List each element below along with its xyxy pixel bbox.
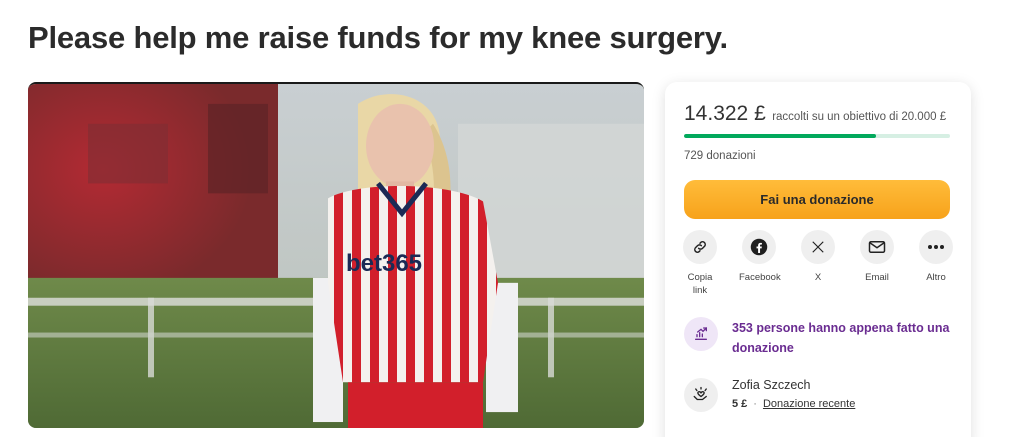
donor-meta: 5 £ · Donazione recente: [732, 398, 855, 410]
share-facebook-label: Facebook: [739, 272, 781, 283]
link-icon: [683, 230, 717, 264]
donation-count: 729 donazioni: [684, 150, 756, 162]
raised-amount: 14.322 £: [684, 102, 766, 125]
page-title: Please help me raise funds for my knee s…: [28, 20, 728, 55]
x-icon: [801, 230, 835, 264]
hands-heart-icon: [684, 378, 718, 412]
trending-icon: [684, 317, 718, 351]
player-photo: bet365: [28, 84, 644, 428]
more-icon: [919, 230, 953, 264]
recent-activity-text: 353 persone hanno appena fatto una donaz…: [732, 321, 950, 355]
campaign-hero-image: bet365: [28, 82, 644, 428]
share-email[interactable]: Email: [848, 230, 906, 297]
shirt-sponsor-text: bet365: [346, 250, 422, 277]
progress-bar: [684, 134, 950, 138]
email-icon: [860, 230, 894, 264]
share-email-label: Email: [865, 272, 889, 283]
donor-amount: 5 £: [732, 398, 748, 410]
share-copy-link[interactable]: Copia link: [671, 230, 729, 297]
donate-button[interactable]: Fai una donazione: [684, 180, 950, 219]
donation-card: 14.322 £ raccolti su un obiettivo di 20.…: [665, 82, 971, 437]
raised-summary: 14.322 £ raccolti su un obiettivo di 20.…: [684, 102, 946, 126]
recent-donation-link[interactable]: Donazione recente: [763, 398, 855, 410]
share-copy-link-label: Copia link: [687, 272, 713, 296]
meta-separator: ·: [753, 398, 757, 410]
share-facebook[interactable]: Facebook: [730, 230, 788, 297]
donor-name: Zofia Szczech: [732, 378, 811, 392]
share-x[interactable]: X: [789, 230, 847, 297]
facebook-icon: [742, 230, 776, 264]
share-options: Copia link Facebook X Email Altro: [671, 230, 965, 297]
goal-text: raccolti su un obiettivo di 20.000 £: [772, 111, 947, 123]
progress-fill: [684, 134, 876, 138]
share-x-label: X: [814, 272, 822, 283]
share-more-label: Altro: [926, 272, 946, 283]
share-more[interactable]: Altro: [907, 230, 965, 297]
